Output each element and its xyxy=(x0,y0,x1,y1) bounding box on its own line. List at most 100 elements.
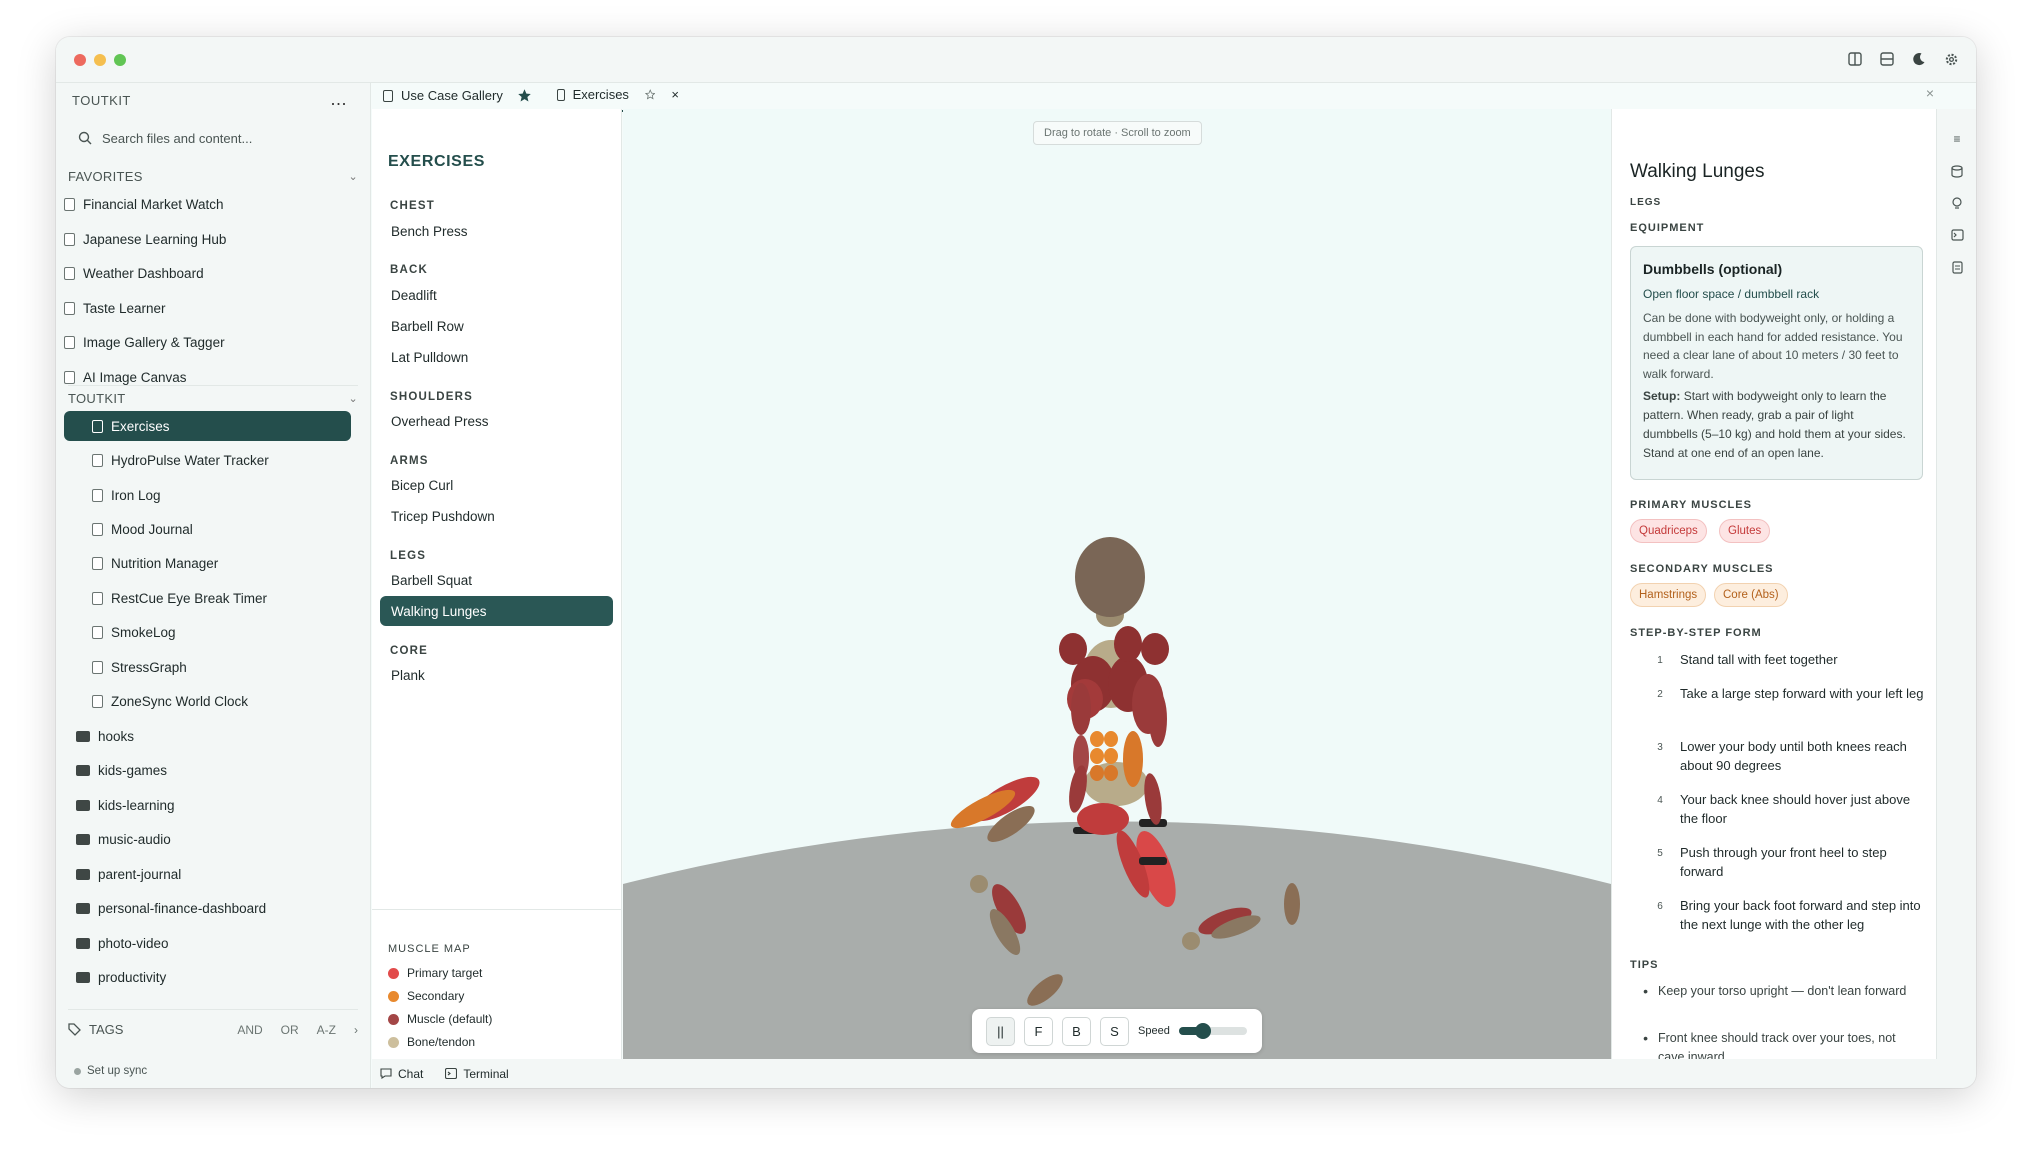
folder-item[interactable]: kids-learning xyxy=(64,790,351,820)
exercise-list-panel: EXERCISES CHEST Bench Press BACK Deadlif… xyxy=(372,109,622,1059)
exercise-item[interactable]: Barbell Row xyxy=(380,311,613,341)
side-view-button[interactable]: S xyxy=(1100,1016,1129,1046)
back-view-button[interactable]: B xyxy=(1062,1016,1091,1046)
muscle-model-render[interactable] xyxy=(623,109,1611,1059)
sync-label: Set up sync xyxy=(87,1065,148,1077)
speed-slider[interactable] xyxy=(1178,1023,1247,1039)
primary-swatch xyxy=(388,967,399,979)
speed-slider-knob[interactable] xyxy=(1194,1023,1211,1039)
settings-gear-icon[interactable] xyxy=(1940,47,1962,71)
chat-button[interactable]: Chat xyxy=(380,1067,423,1081)
project-item-label: SmokeLog xyxy=(111,624,176,640)
folder-item[interactable]: kids-games xyxy=(64,755,351,785)
favorite-item[interactable]: Japanese Learning Hub xyxy=(64,224,351,254)
project-item[interactable]: ZoneSync World Clock xyxy=(64,686,351,716)
step-text: Your back knee should hover just above t… xyxy=(1680,792,1911,826)
chevron-down-icon: ⌄ xyxy=(348,393,358,405)
project-item[interactable]: HydroPulse Water Tracker xyxy=(64,445,351,475)
setup-label: Setup: xyxy=(1643,389,1681,403)
project-item[interactable]: Nutrition Manager xyxy=(64,548,351,578)
split-horizontal-icon[interactable] xyxy=(1876,47,1898,71)
equipment-name: Dumbbells (optional) xyxy=(1643,261,1783,277)
folder-item[interactable]: music-audio xyxy=(64,824,351,854)
project-item[interactable]: StressGraph xyxy=(64,652,351,682)
exercise-item[interactable]: Barbell Squat xyxy=(380,565,613,595)
exercise-item[interactable]: Bench Press xyxy=(380,216,613,246)
exercise-item[interactable]: Plank xyxy=(380,660,613,690)
tab-label: Use Case Gallery xyxy=(401,88,503,103)
more-options-icon[interactable]: ... xyxy=(330,90,347,108)
close-window-button[interactable] xyxy=(74,54,86,66)
terminal-label: Terminal xyxy=(463,1066,509,1081)
tags-and-toggle[interactable]: AND xyxy=(237,1023,262,1037)
search-input[interactable]: Search files and content... xyxy=(78,123,358,153)
folder-item[interactable]: personal-finance-dashboard xyxy=(64,893,351,923)
file-icon xyxy=(92,453,103,467)
terminal-panel-icon[interactable] xyxy=(1949,227,1965,243)
project-item[interactable]: SmokeLog xyxy=(64,617,351,647)
folder-label: photo-video xyxy=(98,935,169,951)
category-arms: ARMS xyxy=(390,455,429,467)
close-panel-icon[interactable]: × xyxy=(1926,85,1934,101)
exercise-category: LEGS xyxy=(1630,197,1662,208)
project-section-header[interactable]: TOUTKIT ⌄ xyxy=(68,385,358,411)
folder-item[interactable]: parent-journal xyxy=(64,859,351,889)
folder-item[interactable]: productivity xyxy=(64,962,351,992)
favorite-item[interactable]: Image Gallery & Tagger xyxy=(64,327,351,357)
folder-label: kids-learning xyxy=(98,797,175,813)
idea-bulb-icon[interactable] xyxy=(1949,195,1965,211)
exercise-item[interactable]: Tricep Pushdown xyxy=(380,501,613,531)
step-number: 2 xyxy=(1657,689,1663,700)
3d-viewport[interactable]: Drag to rotate · Scroll to zoom || F B S… xyxy=(623,109,1611,1059)
tab-exercises[interactable]: Exercises × xyxy=(549,79,687,112)
step-text: Bring your back foot forward and step in… xyxy=(1680,898,1921,932)
file-icon xyxy=(64,370,75,384)
terminal-button[interactable]: Terminal xyxy=(445,1066,509,1081)
minimize-window-button[interactable] xyxy=(94,54,106,66)
star-filled-icon[interactable] xyxy=(517,88,532,103)
legend-label: Bone/tendon xyxy=(407,1035,476,1049)
document-icon[interactable] xyxy=(1949,259,1965,275)
project-item[interactable]: Mood Journal xyxy=(64,514,351,544)
database-icon[interactable] xyxy=(1949,163,1965,179)
chevron-right-icon[interactable]: › xyxy=(354,1023,358,1037)
tab-label: Exercises xyxy=(572,87,629,102)
close-tab-icon[interactable]: × xyxy=(671,87,679,102)
folder-item[interactable]: photo-video xyxy=(64,928,351,958)
category-back: BACK xyxy=(390,264,429,276)
project-item-label: ZoneSync World Clock xyxy=(111,693,249,709)
split-vertical-icon[interactable] xyxy=(1844,47,1866,71)
legend-label: Muscle (default) xyxy=(407,1012,493,1026)
category-legs: LEGS xyxy=(390,550,427,562)
tags-or-toggle[interactable]: OR xyxy=(281,1023,299,1037)
exercise-item[interactable]: Bicep Curl xyxy=(380,470,613,500)
tip-item: • Keep your torso upright — don't lean fo… xyxy=(1630,982,1925,1001)
star-outline-icon[interactable] xyxy=(644,87,656,102)
tags-sort-toggle[interactable]: A-Z xyxy=(317,1023,336,1037)
tip-text: Keep your torso upright — don't lean for… xyxy=(1658,984,1907,998)
step-number: 4 xyxy=(1657,795,1663,806)
equipment-location: Open floor space / dumbbell rack xyxy=(1643,287,1820,301)
sync-status[interactable]: Set up sync xyxy=(74,1065,147,1077)
dark-mode-icon[interactable] xyxy=(1908,47,1930,71)
project-item-exercises[interactable]: Exercises xyxy=(64,411,351,441)
project-item[interactable]: RestCue Eye Break Timer xyxy=(64,583,351,613)
tab-use-case-gallery[interactable]: Use Case Gallery xyxy=(375,79,540,112)
project-item[interactable]: Iron Log xyxy=(64,480,351,510)
favorite-item[interactable]: Taste Learner xyxy=(64,293,351,323)
step-number: 1 xyxy=(1657,655,1663,666)
favorite-item[interactable]: Weather Dashboard xyxy=(64,258,351,288)
exercise-item[interactable]: Deadlift xyxy=(380,280,613,310)
favorite-item[interactable]: Financial Market Watch xyxy=(64,189,351,219)
favorites-section-header[interactable]: FAVORITES ⌄ xyxy=(68,163,358,189)
category-core: CORE xyxy=(390,645,429,657)
front-view-button[interactable]: F xyxy=(1024,1016,1053,1046)
file-icon xyxy=(557,88,565,101)
outline-icon[interactable]: ≡ xyxy=(1949,131,1965,147)
folder-item[interactable]: hooks xyxy=(64,721,351,751)
exercise-item[interactable]: Overhead Press xyxy=(380,406,613,436)
exercise-item[interactable]: Lat Pulldown xyxy=(380,342,613,372)
maximize-window-button[interactable] xyxy=(114,54,126,66)
exercise-item-selected[interactable]: Walking Lunges xyxy=(380,596,613,626)
pause-button[interactable]: || xyxy=(986,1016,1015,1046)
